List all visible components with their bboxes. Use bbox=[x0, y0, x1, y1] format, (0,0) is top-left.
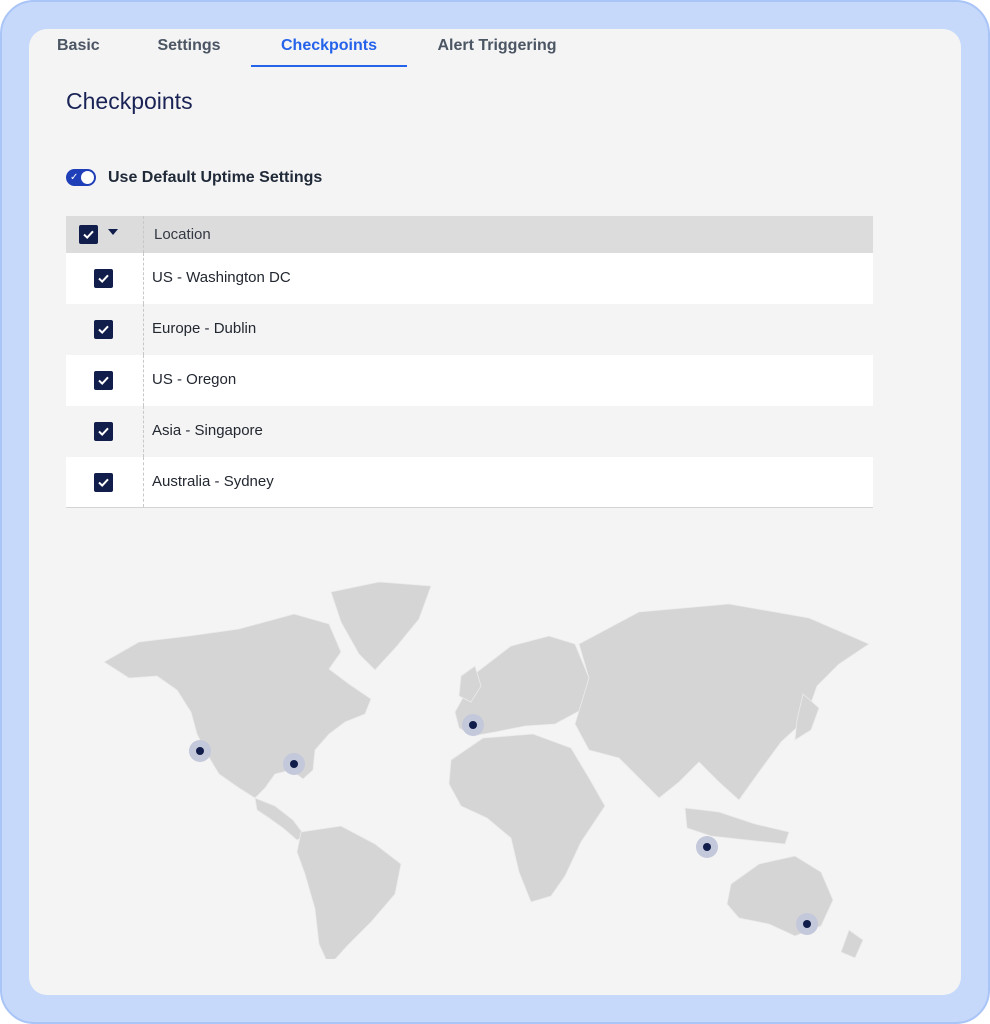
default-uptime-toggle[interactable]: ✓ bbox=[66, 169, 96, 186]
check-icon bbox=[98, 478, 109, 488]
asia-shape bbox=[574, 603, 869, 801]
location-name: US - Washington DC bbox=[152, 269, 291, 286]
marker-australia-sydney[interactable] bbox=[796, 913, 818, 935]
location-name: Europe - Dublin bbox=[152, 320, 257, 337]
tab-alert-triggering[interactable]: Alert Triggering bbox=[431, 37, 563, 69]
central-america-shape bbox=[254, 797, 306, 841]
toggle-knob bbox=[81, 171, 94, 184]
table-row: US - Washington DC bbox=[66, 253, 873, 304]
south-america-shape bbox=[296, 825, 402, 959]
marker-us-washington-dc[interactable] bbox=[283, 753, 305, 775]
column-divider bbox=[143, 457, 144, 507]
row-checkbox[interactable] bbox=[94, 371, 113, 390]
column-divider bbox=[143, 216, 144, 253]
column-divider bbox=[143, 406, 144, 457]
location-name: Asia - Singapore bbox=[152, 422, 263, 439]
select-menu-caret-icon[interactable] bbox=[108, 229, 118, 235]
greenland-shape bbox=[330, 581, 432, 671]
tab-bar: Basic Settings Checkpoints Alert Trigger… bbox=[29, 29, 961, 69]
table-row: Asia - Singapore bbox=[66, 406, 873, 457]
row-checkbox[interactable] bbox=[94, 422, 113, 441]
column-divider bbox=[143, 355, 144, 406]
marker-asia-singapore[interactable] bbox=[696, 836, 718, 858]
check-icon bbox=[98, 376, 109, 386]
column-divider bbox=[143, 253, 144, 304]
row-checkbox[interactable] bbox=[94, 269, 113, 288]
world-map-icon bbox=[103, 581, 869, 959]
default-uptime-label: Use Default Uptime Settings bbox=[108, 169, 323, 186]
table-row: Europe - Dublin bbox=[66, 304, 873, 355]
locations-table: Location US - Washington DC Europe - Dub… bbox=[66, 216, 873, 508]
check-icon bbox=[98, 274, 109, 284]
checkpoints-panel: Basic Settings Checkpoints Alert Trigger… bbox=[29, 29, 961, 995]
africa-shape bbox=[448, 733, 606, 903]
marker-us-oregon[interactable] bbox=[189, 740, 211, 762]
north-america-shape bbox=[103, 613, 372, 799]
new-zealand-shape bbox=[840, 929, 864, 959]
continents bbox=[103, 581, 869, 959]
tab-settings[interactable]: Settings bbox=[153, 37, 225, 69]
check-icon: ✓ bbox=[70, 172, 79, 183]
table-row: US - Oregon bbox=[66, 355, 873, 406]
location-column-header: Location bbox=[154, 226, 211, 243]
row-checkbox[interactable] bbox=[94, 473, 113, 492]
check-icon bbox=[98, 325, 109, 335]
active-tab-indicator bbox=[251, 65, 407, 67]
marker-europe-dublin[interactable] bbox=[462, 714, 484, 736]
table-header: Location bbox=[66, 216, 873, 253]
location-name: US - Oregon bbox=[152, 371, 237, 388]
location-name: Australia - Sydney bbox=[152, 473, 274, 490]
row-checkbox[interactable] bbox=[94, 320, 113, 339]
check-icon bbox=[98, 427, 109, 437]
tab-basic[interactable]: Basic bbox=[57, 37, 100, 69]
select-all-checkbox[interactable] bbox=[79, 225, 98, 244]
column-divider bbox=[143, 304, 144, 355]
table-row: Australia - Sydney bbox=[66, 457, 873, 508]
check-icon bbox=[83, 230, 94, 240]
page-title: Checkpoints bbox=[66, 88, 193, 114]
